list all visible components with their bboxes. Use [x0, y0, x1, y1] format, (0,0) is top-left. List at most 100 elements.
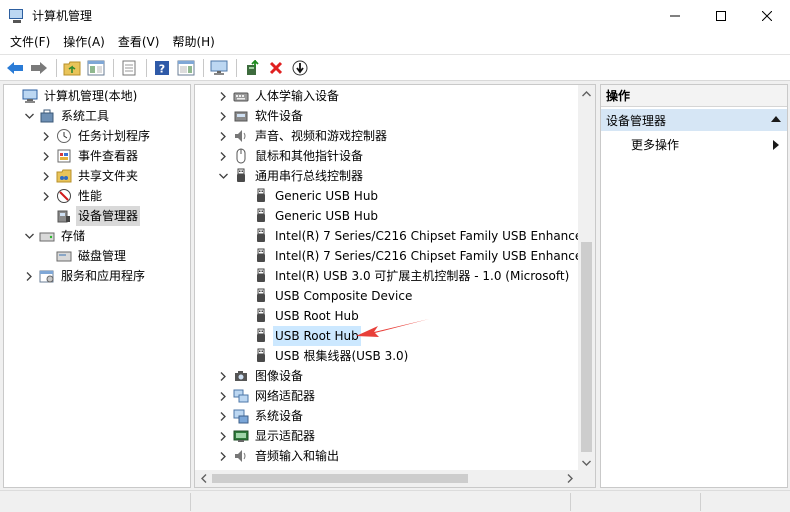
device-item-usb-composite-device[interactable]: USB Composite Device — [237, 286, 414, 306]
nav-item-row-3[interactable]: 事件查看器 — [40, 146, 140, 166]
clock-icon — [56, 128, 72, 144]
help-icon[interactable]: ? — [151, 57, 173, 79]
usb-icon — [253, 208, 269, 224]
collapse-chevron-icon[interactable] — [23, 226, 35, 246]
expand-chevron-icon[interactable] — [40, 166, 52, 186]
navigation-tree[interactable]: 计算机管理(本地) 系统工具 任务计划程序 事件查看器共享文件夹性能 设备管理器 存储 磁盘… — [3, 84, 191, 488]
expand-chevron-icon[interactable] — [40, 126, 52, 146]
minimize-button[interactable] — [652, 0, 698, 31]
device-item-intel-r-7-series-c216-chipset-family-usb-enhanced[interactable]: Intel(R) 7 Series/C216 Chipset Family US… — [237, 246, 592, 266]
scroll-down-button[interactable] — [578, 454, 595, 471]
expand-chevron-icon[interactable] — [217, 446, 229, 466]
status-bar — [0, 490, 790, 512]
nav-item-label: 服务和应用程序 — [61, 269, 146, 283]
menu-action[interactable]: 操作(A) — [57, 31, 111, 54]
device-item-intel-r-7-series-c216-chipset-family-usb-enhanced[interactable]: Intel(R) 7 Series/C216 Chipset Family US… — [237, 226, 592, 246]
device-item-row-18[interactable]: 音频输入和输出 — [217, 446, 341, 466]
nav-item-row-0[interactable]: 计算机管理(本地) — [6, 86, 139, 106]
update-driver-icon[interactable] — [241, 57, 263, 79]
expand-chevron-icon[interactable] — [217, 126, 229, 146]
collapse-chevron-icon[interactable] — [217, 166, 229, 186]
device-item-label: Intel(R) USB 3.0 可扩展主机控制器 - 1.0 (Microso… — [275, 269, 570, 283]
scroll-up-button[interactable] — [578, 85, 595, 102]
menu-file[interactable]: 文件(F) — [4, 31, 56, 54]
expand-chevron-icon[interactable] — [217, 386, 229, 406]
services-icon — [39, 268, 55, 284]
collapse-chevron-icon[interactable] — [23, 106, 35, 126]
maximize-button[interactable] — [698, 0, 744, 31]
device-item-row-17[interactable]: 显示适配器 — [217, 426, 317, 446]
expand-chevron-icon[interactable] — [23, 266, 35, 286]
show-tree-icon[interactable] — [85, 57, 107, 79]
horizontal-scrollbar[interactable] — [195, 470, 595, 487]
device-item-usb-usb-3-0[interactable]: USB 根集线器(USB 3.0) — [237, 346, 410, 366]
nav-item-row-8[interactable]: 磁盘管理 — [40, 246, 128, 266]
nav-item-label: 共享文件夹 — [78, 169, 139, 183]
horizontal-scroll-thumb[interactable] — [212, 474, 468, 483]
expand-chevron-icon[interactable] — [217, 426, 229, 446]
monitor-icon[interactable] — [208, 57, 230, 79]
toolbar: ? — [0, 54, 790, 81]
more-actions-item[interactable]: 更多操作 — [631, 135, 679, 155]
device-item-label: 声音、视频和游戏控制器 — [255, 129, 388, 143]
collapse-up-icon[interactable] — [771, 116, 781, 122]
device-item-usb-root-hub[interactable]: USB Root Hub — [237, 326, 361, 346]
computer-management-icon — [22, 88, 38, 104]
nav-item-label: 计算机管理(本地) — [44, 89, 138, 103]
device-tree-pane: 人体学输入设备 软件设备声音、视频和游戏控制器鼠标和其他指针设备 通用串行总线控制器… — [194, 84, 596, 488]
annotation-arrow-icon — [356, 319, 429, 337]
expand-chevron-icon[interactable] — [217, 106, 229, 126]
nav-item-row-5[interactable]: 性能 — [40, 186, 104, 206]
uninstall-icon[interactable] — [265, 57, 287, 79]
device-item-row-4[interactable]: 通用串行总线控制器 — [217, 166, 365, 186]
scroll-left-button[interactable] — [195, 470, 212, 487]
menu-help[interactable]: 帮助(H) — [166, 31, 220, 54]
device-item-row-1[interactable]: 软件设备 — [217, 106, 305, 126]
forward-icon[interactable] — [28, 57, 50, 79]
device-item-usb-root-hub[interactable]: USB Root Hub — [237, 306, 361, 326]
expand-chevron-icon[interactable] — [217, 366, 229, 386]
nav-item-row-2[interactable]: 任务计划程序 — [40, 126, 152, 146]
menu-bar: 文件(F) 操作(A) 查看(V) 帮助(H) — [0, 31, 790, 54]
vertical-scrollbar[interactable] — [578, 85, 595, 471]
nav-item-row-4[interactable]: 共享文件夹 — [40, 166, 140, 186]
device-item-generic-usb-hub[interactable]: Generic USB Hub — [237, 206, 380, 226]
scroll-right-button[interactable] — [561, 470, 578, 487]
expand-chevron-icon[interactable] — [40, 186, 52, 206]
device-item-row-16[interactable]: 系统设备 — [217, 406, 305, 426]
device-item-row-0[interactable]: 人体学输入设备 — [217, 86, 341, 106]
expand-chevron-icon[interactable] — [40, 146, 52, 166]
vertical-scroll-thumb[interactable] — [581, 242, 592, 452]
device-item-row-2[interactable]: 声音、视频和游戏控制器 — [217, 126, 389, 146]
device-item-row-3[interactable]: 鼠标和其他指针设备 — [217, 146, 365, 166]
device-item-generic-usb-hub[interactable]: Generic USB Hub — [237, 186, 380, 206]
up-folder-icon[interactable] — [61, 57, 83, 79]
usb-icon — [253, 248, 269, 264]
action-pane-icon[interactable] — [175, 57, 197, 79]
expand-chevron-icon[interactable] — [217, 406, 229, 426]
nav-item-row-6[interactable]: 设备管理器 — [40, 206, 141, 226]
actions-section-device-manager[interactable]: 设备管理器 — [601, 109, 787, 131]
device-item-row-15[interactable]: 网络适配器 — [217, 386, 317, 406]
nav-item-row-1[interactable]: 系统工具 — [23, 106, 111, 126]
expand-chevron-icon[interactable] — [217, 146, 229, 166]
close-button[interactable] — [744, 0, 790, 31]
submenu-arrow-icon[interactable] — [773, 140, 779, 150]
device-item-intel-r-usb-3-0-1-0-microsoft[interactable]: Intel(R) USB 3.0 可扩展主机控制器 - 1.0 (Microso… — [237, 266, 571, 286]
back-icon[interactable] — [4, 57, 26, 79]
device-item-label: USB 根集线器(USB 3.0) — [275, 349, 409, 363]
nav-item-row-9[interactable]: 服务和应用程序 — [23, 266, 147, 286]
device-manager-icon — [56, 208, 72, 224]
expand-chevron-icon[interactable] — [217, 86, 229, 106]
computer-management-icon — [9, 8, 25, 24]
nav-item-row-7[interactable]: 存储 — [23, 226, 87, 246]
menu-view[interactable]: 查看(V) — [112, 31, 166, 54]
disable-icon[interactable] — [289, 57, 311, 79]
audio-icon — [233, 448, 249, 464]
properties-icon[interactable] — [118, 57, 140, 79]
device-item-row-14[interactable]: 图像设备 — [217, 366, 305, 386]
